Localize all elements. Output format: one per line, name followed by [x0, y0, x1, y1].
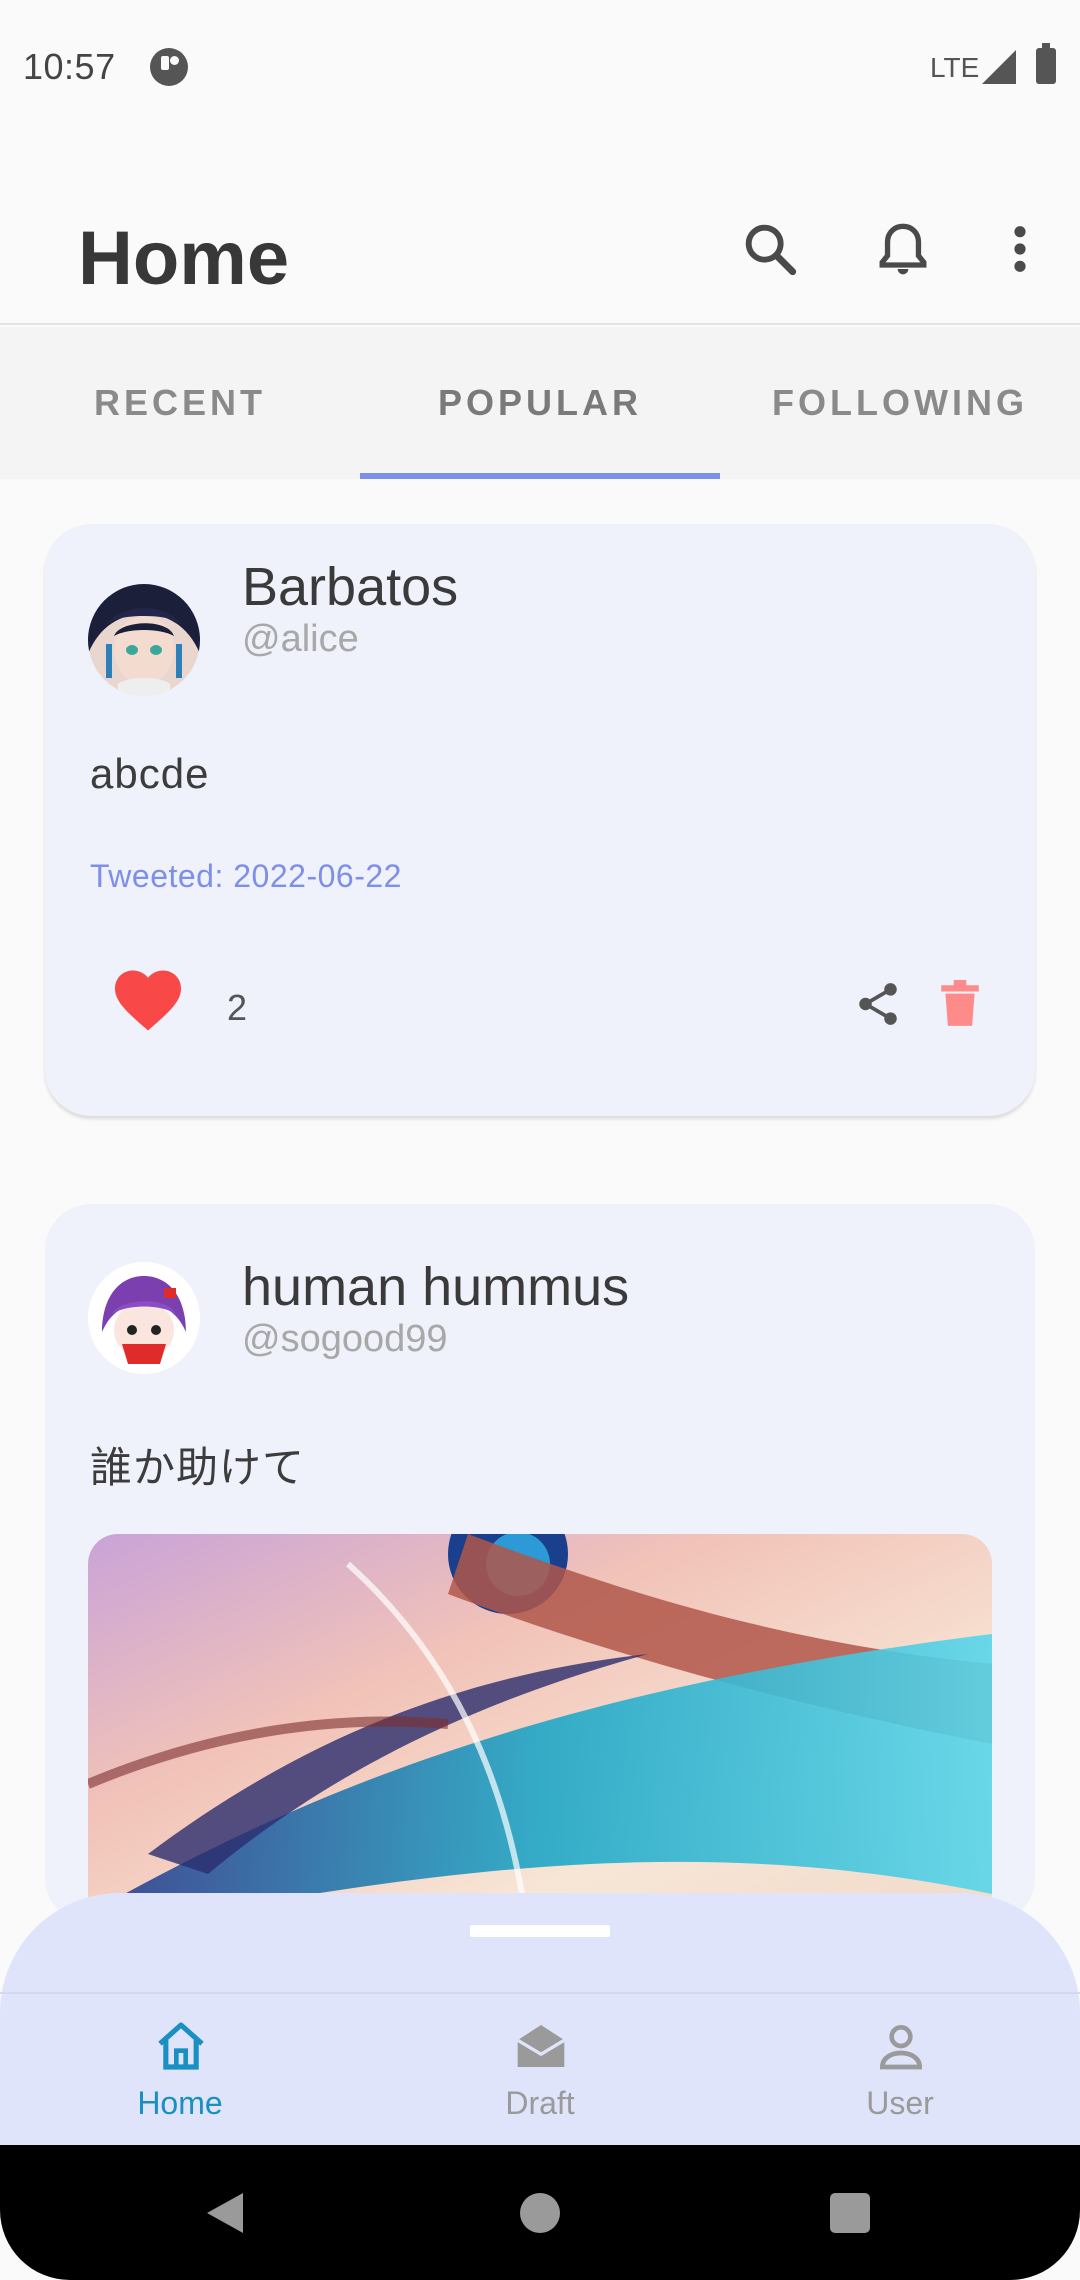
- nav-label-home: Home: [137, 2085, 223, 2121]
- system-navigation-bar: [0, 2145, 1080, 2280]
- nav-item-home[interactable]: Home: [0, 2018, 360, 2128]
- status-time: 10:57: [23, 46, 116, 87]
- author-name[interactable]: human hummus: [242, 1256, 629, 1318]
- user-icon: [879, 2025, 923, 2070]
- divider: [0, 1992, 1080, 1994]
- more-options-icon[interactable]: [988, 217, 1052, 281]
- back-icon[interactable]: [207, 2193, 243, 2233]
- nav-label-user: User: [866, 2085, 934, 2121]
- tab-following[interactable]: FOLLOWING: [720, 327, 1080, 479]
- avatar[interactable]: [88, 584, 200, 696]
- home-icon: [158, 2022, 204, 2070]
- active-tab-indicator: [360, 473, 720, 479]
- avatar[interactable]: [88, 1262, 200, 1374]
- like-count: 2: [227, 987, 248, 1028]
- nav-item-draft[interactable]: Draft: [360, 2018, 720, 2128]
- app-notification-icon: [150, 48, 188, 86]
- notifications-bell-icon[interactable]: [871, 217, 935, 281]
- post-card[interactable]: human hummus @sogood99 誰か助けて: [45, 1204, 1035, 1924]
- nav-item-user[interactable]: User: [720, 2018, 1080, 2128]
- drag-handle[interactable]: [470, 1925, 610, 1937]
- share-icon[interactable]: [853, 979, 903, 1029]
- post-card[interactable]: Barbatos @alice abcde Tweeted: 2022-06-2…: [45, 524, 1035, 1116]
- tab-bar: RECENT POPULAR FOLLOWING: [0, 327, 1080, 479]
- nav-label-draft: Draft: [505, 2085, 575, 2121]
- signal-icon: [982, 50, 1016, 84]
- top-app-bar: Home: [0, 135, 1080, 325]
- status-bar: 10:57 LTE: [0, 0, 1080, 135]
- page-title: Home: [78, 216, 290, 301]
- author-name[interactable]: Barbatos: [242, 556, 458, 618]
- post-image[interactable]: [88, 1534, 992, 1924]
- tab-recent[interactable]: RECENT: [0, 327, 360, 479]
- post-text: 誰か助けて: [90, 1444, 306, 1491]
- author-handle: @alice: [242, 618, 359, 660]
- home-circle-icon[interactable]: [520, 2193, 560, 2233]
- bottom-sheet[interactable]: Home Draft User: [0, 1893, 1080, 2153]
- author-handle: @sogood99: [242, 1318, 448, 1360]
- delete-icon[interactable]: [938, 979, 982, 1029]
- network-type: LTE: [930, 52, 980, 83]
- tweet-date: Tweeted: 2022-06-22: [90, 858, 402, 894]
- battery-icon: [1036, 43, 1056, 84]
- draft-icon: [516, 2025, 566, 2067]
- tab-popular[interactable]: POPULAR: [360, 327, 720, 479]
- post-text: abcde: [90, 750, 210, 797]
- recents-icon[interactable]: [830, 2193, 870, 2233]
- heart-icon[interactable]: [110, 966, 186, 1032]
- search-icon[interactable]: [738, 217, 802, 281]
